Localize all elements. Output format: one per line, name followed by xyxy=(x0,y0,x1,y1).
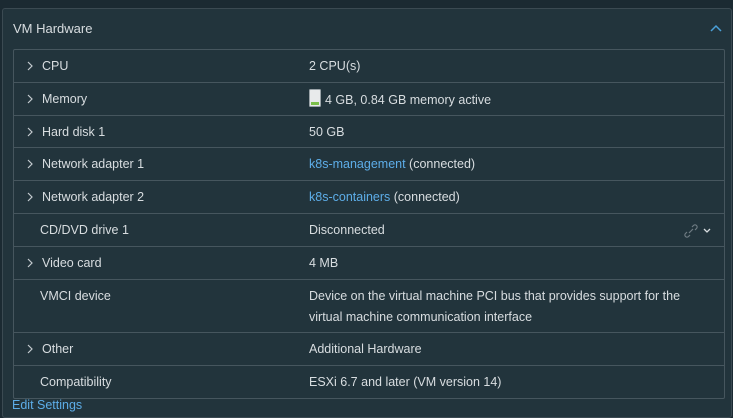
row-label: Network adapter 2 xyxy=(42,190,145,205)
row-label: CD/DVD drive 1 xyxy=(40,223,129,238)
memory-meter-icon xyxy=(309,88,321,107)
row-value: ESXi 6.7 and later (VM version 14) xyxy=(309,375,502,390)
row-label: Hard disk 1 xyxy=(42,124,106,139)
row-label: Video card xyxy=(42,256,102,271)
link-icon[interactable] xyxy=(684,224,698,238)
row-network-adapter-1: Network adapter 1 k8s-management (connec… xyxy=(14,148,724,182)
chevron-down-icon[interactable] xyxy=(702,224,712,238)
chevron-right-icon[interactable] xyxy=(26,61,34,71)
chevron-right-icon[interactable] xyxy=(26,192,34,202)
row-memory: Memory 4 GB, 0.84 GB memory active xyxy=(14,83,724,116)
row-value: 2 CPU(s) xyxy=(309,59,361,73)
row-label: Memory xyxy=(42,91,88,106)
row-value-wrap: 4 GB, 0.84 GB memory active xyxy=(309,88,492,111)
panel-title: VM Hardware xyxy=(13,21,93,36)
row-label: Other xyxy=(42,342,74,357)
row-value: Additional Hardware xyxy=(309,342,422,357)
chevron-right-icon[interactable] xyxy=(26,258,34,268)
connection-status: (connected) xyxy=(405,157,476,172)
row-other: Other Additional Hardware xyxy=(14,333,724,367)
row-cd-dvd-drive-1: CD/DVD drive 1 Disconnected xyxy=(14,214,724,248)
row-value: Disconnected xyxy=(309,223,385,238)
row-vmci-device: VMCI device Device on the virtual machin… xyxy=(14,280,724,334)
row-label: Network adapter 1 xyxy=(42,157,145,172)
row-cpu: CPU 2 CPU(s) xyxy=(14,50,724,83)
row-value-wrap: k8s-management (connected) xyxy=(309,154,475,175)
row-network-adapter-2: Network adapter 2 k8s-containers (connec… xyxy=(14,181,724,215)
row-value-wrap: k8s-containers (connected) xyxy=(309,187,460,208)
network-link[interactable]: k8s-management xyxy=(309,157,406,171)
row-label: Compatibility xyxy=(40,375,112,390)
row-compatibility: Compatibility ESXi 6.7 and later (VM ver… xyxy=(14,366,724,398)
hardware-table: CPU 2 CPU(s) Memory 4 GB, 0.84 GB memory… xyxy=(13,49,725,400)
row-label: VMCI device xyxy=(40,289,111,304)
connection-status: (connected) xyxy=(390,190,460,205)
network-link[interactable]: k8s-containers xyxy=(309,190,390,204)
row-video-card: Video card 4 MB xyxy=(14,247,724,281)
row-value: 50 GB xyxy=(309,124,345,139)
chevron-right-icon[interactable] xyxy=(26,127,34,137)
row-label: CPU xyxy=(42,59,69,73)
chevron-up-icon[interactable] xyxy=(709,21,723,35)
chevron-right-icon[interactable] xyxy=(26,344,34,354)
chevron-right-icon[interactable] xyxy=(26,94,34,104)
row-value: Device on the virtual machine PCI bus th… xyxy=(309,289,681,325)
panel-header[interactable]: VM Hardware xyxy=(3,9,731,49)
row-value: 4 MB xyxy=(309,256,339,271)
memory-value: 4 GB, 0.84 GB memory active xyxy=(325,92,492,107)
chevron-right-icon[interactable] xyxy=(26,159,34,169)
row-hard-disk-1: Hard disk 1 50 GB xyxy=(14,116,724,149)
cd-controls xyxy=(684,224,714,238)
vm-hardware-panel: VM Hardware CPU 2 CPU(s) Memory 4 GB, 0.… xyxy=(2,8,732,418)
